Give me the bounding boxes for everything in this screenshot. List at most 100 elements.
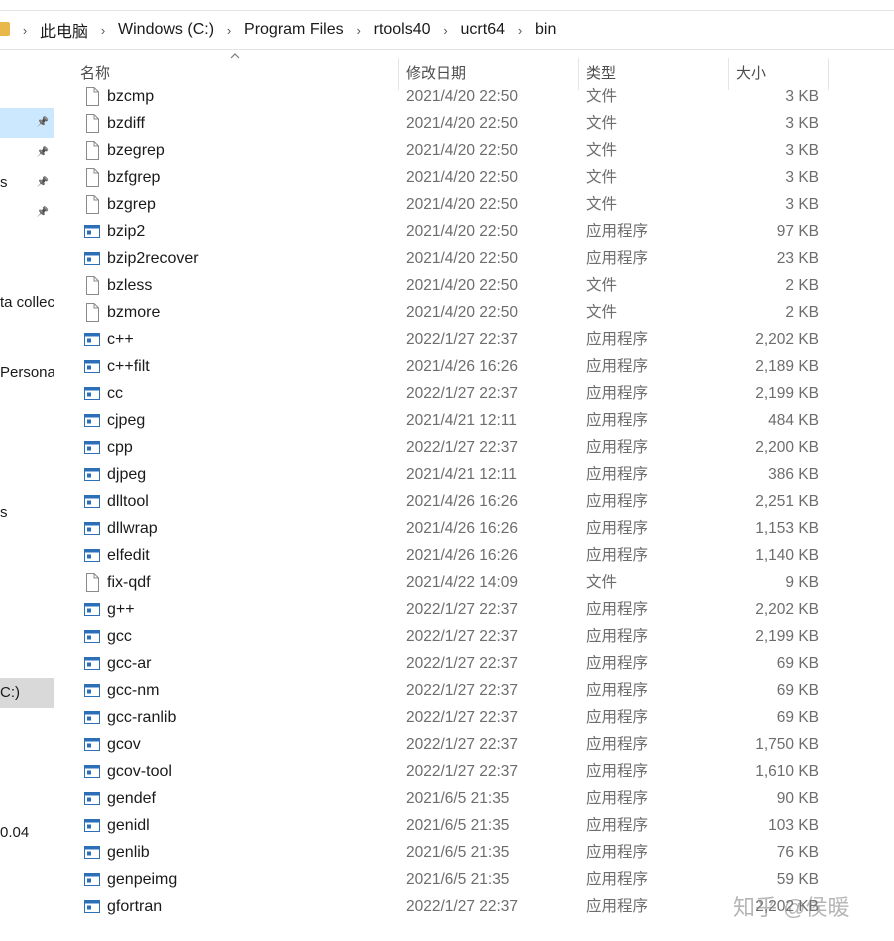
file-type: 文件 bbox=[586, 88, 618, 105]
file-size: 2,200 KB bbox=[755, 439, 819, 456]
file-name: genidl bbox=[107, 817, 150, 834]
breadcrumb-item[interactable]: Windows (C:) bbox=[118, 21, 214, 39]
file-name: bzless bbox=[107, 277, 153, 294]
file-type: 应用程序 bbox=[586, 682, 649, 699]
file-row[interactable]: gendef 2021/6/5 21:35 应用程序 90 KB bbox=[57, 785, 894, 812]
file-date: 2021/4/22 14:09 bbox=[406, 574, 519, 591]
file-type: 应用程序 bbox=[586, 223, 649, 240]
file-row[interactable]: gcc-ranlib 2022/1/27 22:37 应用程序 69 KB bbox=[57, 704, 894, 731]
file-row[interactable]: c++filt 2021/4/26 16:26 应用程序 2,189 KB bbox=[57, 353, 894, 380]
chevron-right-icon[interactable]: › bbox=[10, 23, 40, 38]
file-row[interactable]: genlib 2021/6/5 21:35 应用程序 76 KB bbox=[57, 839, 894, 866]
file-size: 3 KB bbox=[785, 142, 819, 159]
file-row[interactable]: bzcmp 2021/4/20 22:50 文件 3 KB bbox=[57, 83, 894, 110]
pin-icon[interactable]: 📌 bbox=[36, 116, 50, 130]
nav-item[interactable]: 📌 bbox=[0, 198, 54, 228]
file-type: 应用程序 bbox=[586, 790, 649, 807]
application-icon bbox=[84, 357, 100, 376]
file-size: 2,251 KB bbox=[755, 493, 819, 510]
chevron-right-icon[interactable]: › bbox=[344, 23, 374, 38]
file-date: 2021/4/20 22:50 bbox=[406, 115, 519, 132]
file-name: g++ bbox=[107, 601, 135, 618]
address-bar[interactable]: › 此电脑 › Windows (C:) › Program Files › rtools40… bbox=[0, 10, 894, 50]
nav-item[interactable]: 📌 bbox=[0, 138, 54, 168]
file-date: 2022/1/27 22:37 bbox=[406, 736, 519, 753]
nav-item[interactable]: s 📌 bbox=[0, 168, 54, 198]
file-row[interactable]: c++ 2022/1/27 22:37 应用程序 2,202 KB bbox=[57, 326, 894, 353]
file-date: 2022/1/27 22:37 bbox=[406, 763, 519, 780]
nav-item-label: s bbox=[0, 504, 8, 521]
file-date: 2022/1/27 22:37 bbox=[406, 628, 519, 645]
nav-item[interactable]: ta collec bbox=[0, 288, 54, 318]
file-row[interactable]: cc 2022/1/27 22:37 应用程序 2,199 KB bbox=[57, 380, 894, 407]
file-type: 应用程序 bbox=[586, 439, 649, 456]
file-row[interactable]: dlltool 2021/4/26 16:26 应用程序 2,251 KB bbox=[57, 488, 894, 515]
breadcrumb-item[interactable]: Program Files bbox=[244, 21, 344, 39]
nav-item[interactable]: 0.04 bbox=[0, 818, 54, 848]
file-row[interactable]: g++ 2022/1/27 22:37 应用程序 2,202 KB bbox=[57, 596, 894, 623]
file-row[interactable]: gcov 2022/1/27 22:37 应用程序 1,750 KB bbox=[57, 731, 894, 758]
file-date: 2021/4/20 22:50 bbox=[406, 277, 519, 294]
file-row[interactable]: genpeimg 2021/6/5 21:35 应用程序 59 KB bbox=[57, 866, 894, 893]
file-row[interactable]: gcc-ar 2022/1/27 22:37 应用程序 69 KB bbox=[57, 650, 894, 677]
file-row[interactable]: bzip2 2021/4/20 22:50 应用程序 97 KB bbox=[57, 218, 894, 245]
file-name: bzgrep bbox=[107, 196, 156, 213]
file-row[interactable]: bzless 2021/4/20 22:50 文件 2 KB bbox=[57, 272, 894, 299]
breadcrumb-item[interactable]: rtools40 bbox=[374, 21, 431, 39]
file-row[interactable]: bzmore 2021/4/20 22:50 文件 2 KB bbox=[57, 299, 894, 326]
file-type: 应用程序 bbox=[586, 601, 649, 618]
file-type: 应用程序 bbox=[586, 412, 649, 429]
file-date: 2021/4/20 22:50 bbox=[406, 169, 519, 186]
file-row[interactable]: bzdiff 2021/4/20 22:50 文件 3 KB bbox=[57, 110, 894, 137]
file-size: 2,202 KB bbox=[755, 331, 819, 348]
nav-item-label: C:) bbox=[0, 684, 20, 701]
file-row[interactable]: bzgrep 2021/4/20 22:50 文件 3 KB bbox=[57, 191, 894, 218]
file-date: 2021/4/20 22:50 bbox=[406, 142, 519, 159]
file-name: gcc-nm bbox=[107, 682, 160, 699]
chevron-right-icon[interactable]: › bbox=[214, 23, 244, 38]
pin-icon[interactable]: 📌 bbox=[36, 206, 50, 220]
file-name: genpeimg bbox=[107, 871, 178, 888]
file-name: gcc-ranlib bbox=[107, 709, 177, 726]
file-name: bzip2recover bbox=[107, 250, 199, 267]
file-name: c++ bbox=[107, 331, 134, 348]
nav-item[interactable]: Persona bbox=[0, 358, 54, 388]
file-row[interactable]: fix-qdf 2021/4/22 14:09 文件 9 KB bbox=[57, 569, 894, 596]
file-row[interactable]: gcc-nm 2022/1/27 22:37 应用程序 69 KB bbox=[57, 677, 894, 704]
file-row[interactable]: bzip2recover 2021/4/20 22:50 应用程序 23 KB bbox=[57, 245, 894, 272]
pin-icon[interactable]: 📌 bbox=[36, 176, 50, 190]
file-date: 2022/1/27 22:37 bbox=[406, 682, 519, 699]
file-name: bzcmp bbox=[107, 88, 155, 105]
breadcrumb-item[interactable]: bin bbox=[535, 21, 556, 39]
file-type: 文件 bbox=[586, 574, 618, 591]
file-row[interactable]: genidl 2021/6/5 21:35 应用程序 103 KB bbox=[57, 812, 894, 839]
file-icon bbox=[84, 141, 100, 160]
file-row[interactable]: djpeg 2021/4/21 12:11 应用程序 386 KB bbox=[57, 461, 894, 488]
chevron-right-icon[interactable]: › bbox=[431, 23, 461, 38]
application-icon bbox=[84, 330, 100, 349]
chevron-right-icon[interactable]: › bbox=[505, 23, 535, 38]
breadcrumb-item[interactable]: 此电脑 bbox=[40, 18, 88, 42]
nav-item[interactable]: 📌 bbox=[0, 108, 54, 138]
file-type: 应用程序 bbox=[586, 817, 649, 834]
file-row[interactable]: elfedit 2021/4/26 16:26 应用程序 1,140 KB bbox=[57, 542, 894, 569]
file-row[interactable]: gcov-tool 2022/1/27 22:37 应用程序 1,610 KB bbox=[57, 758, 894, 785]
breadcrumb-item[interactable]: ucrt64 bbox=[461, 21, 505, 39]
nav-item[interactable]: C:) bbox=[0, 678, 54, 708]
file-row[interactable]: dllwrap 2021/4/26 16:26 应用程序 1,153 KB bbox=[57, 515, 894, 542]
chevron-right-icon[interactable]: › bbox=[88, 23, 118, 38]
nav-item[interactable]: s bbox=[0, 498, 54, 528]
file-row[interactable]: bzegrep 2021/4/20 22:50 文件 3 KB bbox=[57, 137, 894, 164]
application-icon bbox=[84, 762, 100, 781]
file-name: gfortran bbox=[107, 898, 163, 915]
file-row[interactable]: gcc 2022/1/27 22:37 应用程序 2,199 KB bbox=[57, 623, 894, 650]
file-row[interactable]: cjpeg 2021/4/21 12:11 应用程序 484 KB bbox=[57, 407, 894, 434]
application-icon bbox=[84, 789, 100, 808]
file-row[interactable]: bzfgrep 2021/4/20 22:50 文件 3 KB bbox=[57, 164, 894, 191]
file-name: genlib bbox=[107, 844, 150, 861]
pin-icon[interactable]: 📌 bbox=[36, 146, 50, 160]
file-date: 2022/1/27 22:37 bbox=[406, 709, 519, 726]
application-icon bbox=[84, 519, 100, 538]
file-size: 103 KB bbox=[768, 817, 819, 834]
file-row[interactable]: cpp 2022/1/27 22:37 应用程序 2,200 KB bbox=[57, 434, 894, 461]
